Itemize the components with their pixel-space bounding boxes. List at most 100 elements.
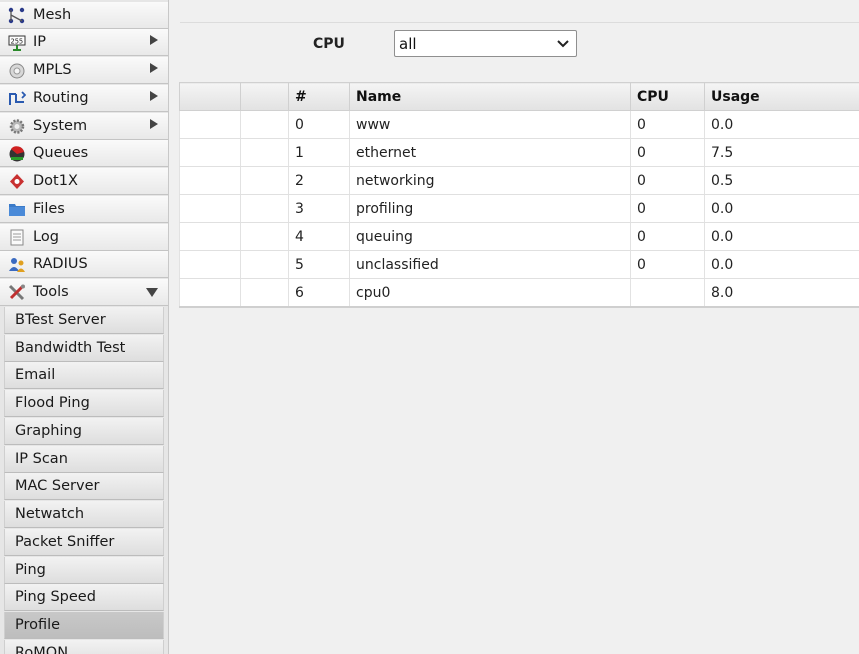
submenu-item-mac-server[interactable]: MAC Server [4, 473, 164, 500]
gear-icon [9, 119, 25, 134]
submenu-item-btest-server[interactable]: BTest Server [4, 307, 164, 334]
cell-usage: 0.0 [704, 250, 859, 279]
cpu-select-value: all [399, 35, 417, 53]
submenu-item-profile[interactable]: Profile [4, 612, 164, 639]
sidebar-item-label: Tools [33, 284, 69, 300]
cell-cpu: 0 [630, 166, 705, 195]
sidebar-item-files[interactable]: Files [0, 196, 168, 223]
column-header-usage[interactable]: Usage [704, 82, 859, 111]
column-header-name[interactable]: Name [349, 82, 631, 111]
cell-usage: 7.5 [704, 138, 859, 167]
sidebar-item-ip[interactable]: 255 IP [0, 29, 168, 56]
cell-usage: 0.0 [704, 110, 859, 139]
dot1x-icon [10, 174, 24, 189]
cell-usage: 8.0 [704, 278, 859, 308]
sidebar: Mesh 255 IP MPLS Routing System Queues D… [0, 0, 169, 654]
submenu-item-netwatch[interactable]: Netwatch [4, 501, 164, 528]
cell-number: 5 [288, 250, 350, 279]
chevron-down-icon [557, 40, 569, 48]
profile-table: # Name CPU Usage 0 www 0 0.0 1 ethernet 0 7.5 … [179, 82, 859, 308]
table-row[interactable]: 2 networking 0 0.5 [179, 166, 859, 195]
chevron-right-icon [150, 119, 158, 129]
cell-name: www [349, 110, 631, 139]
cpu-select[interactable]: all [394, 30, 577, 57]
cell-cpu: 0 [630, 222, 705, 251]
chevron-down-icon [146, 288, 158, 297]
submenu-item-ping-speed[interactable]: Ping Speed [4, 584, 164, 611]
cell-cpu: 0 [630, 138, 705, 167]
chevron-right-icon [150, 35, 158, 45]
cell-number: 3 [288, 194, 350, 223]
sidebar-item-mpls[interactable]: MPLS [0, 57, 168, 84]
submenu-item-ping[interactable]: Ping [4, 557, 164, 584]
sidebar-item-label: Dot1X [33, 173, 78, 189]
sidebar-item-queues[interactable]: Queues [0, 140, 168, 167]
column-header-cpu[interactable]: CPU [630, 82, 705, 111]
sidebar-item-label: Queues [33, 145, 89, 161]
submenu-item-ip-scan[interactable]: IP Scan [4, 446, 164, 473]
table-row[interactable]: 5 unclassified 0 0.0 [179, 250, 859, 279]
mesh-icon [8, 7, 25, 24]
cell-cpu: 0 [630, 110, 705, 139]
sidebar-item-label: Routing [33, 90, 89, 106]
submenu-item-email[interactable]: Email [4, 362, 164, 389]
svg-text:255: 255 [11, 38, 24, 46]
table-row[interactable]: 6 cpu0 8.0 [179, 278, 859, 308]
sidebar-item-label: IP [33, 34, 47, 50]
column-header-blank-1[interactable] [179, 82, 241, 111]
sidebar-item-label: MPLS [33, 62, 72, 78]
sidebar-item-radius[interactable]: RADIUS [0, 251, 168, 278]
queues-icon [9, 146, 25, 162]
table-header-row: # Name CPU Usage [179, 82, 859, 111]
sidebar-item-system[interactable]: System [0, 113, 168, 140]
cell-name: networking [349, 166, 631, 195]
submenu-item-bandwidth-test[interactable]: Bandwidth Test [4, 335, 164, 362]
column-header-blank-2[interactable] [240, 82, 289, 111]
chevron-right-icon [150, 63, 158, 73]
cell-name: unclassified [349, 250, 631, 279]
cell-name: cpu0 [349, 278, 631, 308]
sidebar-item-label: Mesh [33, 7, 72, 23]
chevron-right-icon [150, 91, 158, 101]
cell-number: 0 [288, 110, 350, 139]
cpu-filter-label: CPU [313, 36, 345, 52]
cell-cpu: 0 [630, 250, 705, 279]
cell-usage: 0.0 [704, 222, 859, 251]
sidebar-item-label: System [33, 118, 88, 134]
tools-icon [8, 284, 25, 301]
divider [180, 22, 859, 23]
cell-name: queuing [349, 222, 631, 251]
sidebar-item-mesh[interactable]: Mesh [0, 2, 168, 29]
submenu-item-flood-ping[interactable]: Flood Ping [4, 390, 164, 417]
sidebar-item-label: Log [33, 229, 59, 245]
cell-number: 4 [288, 222, 350, 251]
submenu-item-romon[interactable]: RoMON [4, 640, 164, 654]
cell-usage: 0.0 [704, 194, 859, 223]
sidebar-item-label: RADIUS [33, 256, 88, 272]
cell-name: ethernet [349, 138, 631, 167]
sidebar-item-log[interactable]: Log [0, 224, 168, 251]
submenu-item-packet-sniffer[interactable]: Packet Sniffer [4, 529, 164, 556]
cell-cpu [630, 278, 705, 308]
folder-icon [9, 204, 25, 216]
sidebar-item-routing[interactable]: Routing [0, 85, 168, 112]
cell-number: 1 [288, 138, 350, 167]
cell-cpu: 0 [630, 194, 705, 223]
cell-number: 6 [288, 278, 350, 308]
cell-number: 2 [288, 166, 350, 195]
cell-usage: 0.5 [704, 166, 859, 195]
sidebar-item-tools[interactable]: Tools [0, 279, 168, 306]
ip-icon: 255 [8, 35, 26, 51]
mpls-icon [9, 63, 25, 79]
column-header-number[interactable]: # [288, 82, 350, 111]
table-row[interactable]: 1 ethernet 0 7.5 [179, 138, 859, 167]
submenu-item-graphing[interactable]: Graphing [4, 418, 164, 445]
routing-icon [9, 91, 26, 105]
cell-name: profiling [349, 194, 631, 223]
log-icon [10, 229, 24, 246]
table-row[interactable]: 4 queuing 0 0.0 [179, 222, 859, 251]
table-row[interactable]: 3 profiling 0 0.0 [179, 194, 859, 223]
users-icon [9, 258, 25, 272]
table-row[interactable]: 0 www 0 0.0 [179, 110, 859, 139]
sidebar-item-dot1x[interactable]: Dot1X [0, 168, 168, 195]
